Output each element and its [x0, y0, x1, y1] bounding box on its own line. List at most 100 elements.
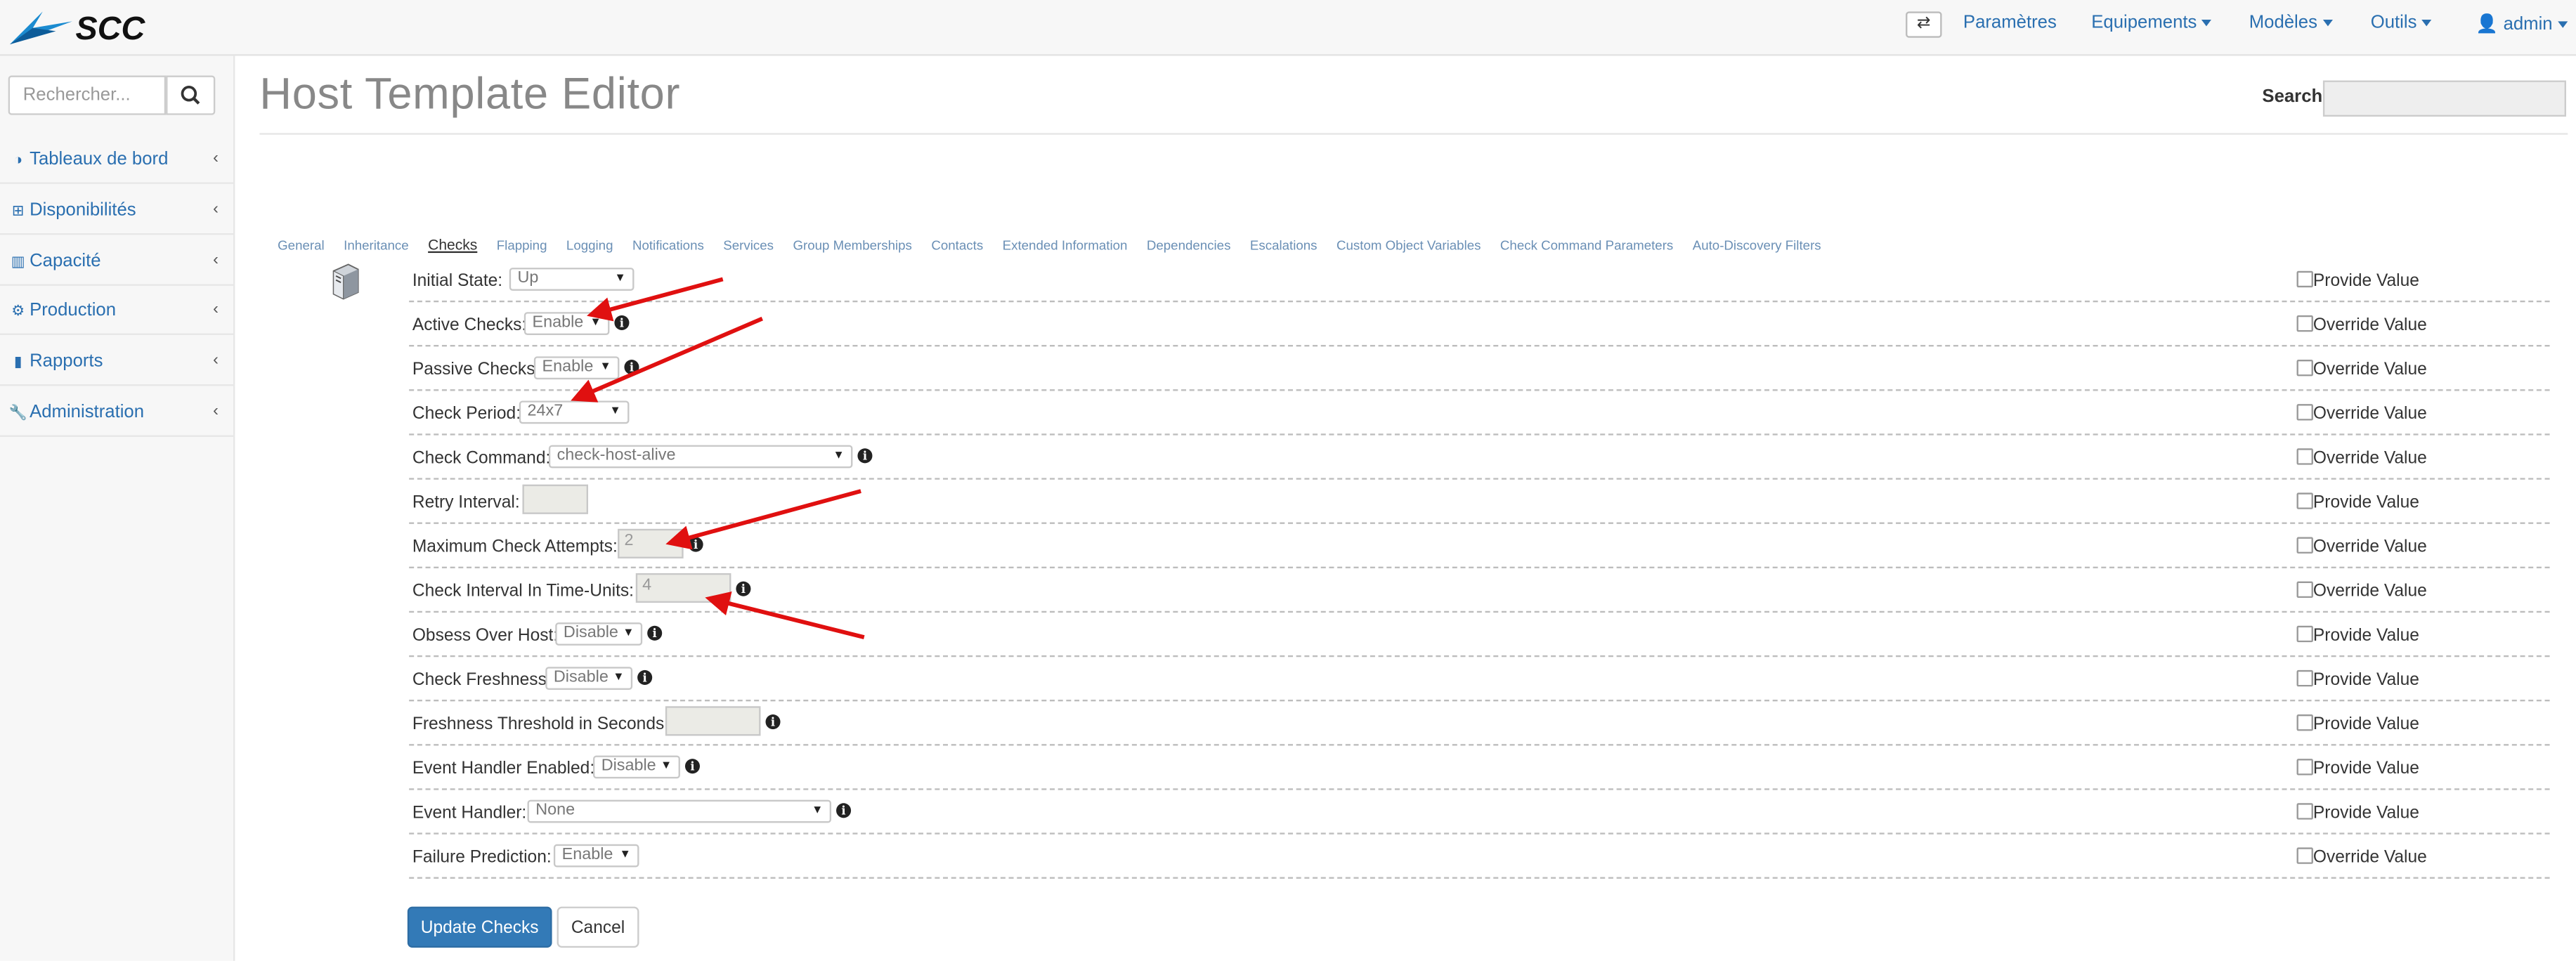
checkbox-label: Provide Value	[2312, 625, 2419, 646]
override-value-checkbox[interactable]	[2296, 537, 2313, 554]
active-checks-select[interactable]: Enable ▼	[523, 312, 610, 335]
provide-value-checkbox[interactable]	[2296, 492, 2313, 509]
passive-checks-select[interactable]: Enable ▼	[533, 356, 620, 380]
row-freshness-threshold: Freshness Threshold in Seconds: i Provid…	[409, 701, 2550, 746]
select-value: Disable	[563, 624, 618, 643]
book-icon: ▮	[13, 353, 22, 370]
tab-check-command-parameters[interactable]: Check Command Parameters	[1500, 238, 1673, 253]
failure-prediction-select[interactable]: Enable ▼	[553, 844, 639, 868]
provide-value-checkbox[interactable]	[2296, 625, 2313, 643]
tab-services[interactable]: Services	[723, 238, 774, 253]
check-interval-input[interactable]: 4	[635, 573, 731, 603]
provide-value-checkbox[interactable]	[2296, 714, 2313, 731]
sidebar-item-disponibilites[interactable]: ⊞ Disponibilités ‹	[0, 185, 233, 235]
row-check-period: Check Period: 24x7 ▼ Override Value	[409, 391, 2550, 436]
sidebar-item-label: Tableaux de bord	[30, 149, 169, 169]
tab-contacts[interactable]: Contacts	[931, 238, 983, 253]
obsess-over-host-select[interactable]: Disable ▼	[555, 622, 643, 646]
top-navbar: SCC ⇄ Paramètres Equipements Modèles Out…	[0, 0, 2576, 56]
row-check-freshness: Check Freshness: Disable ▼ i Provide Valu…	[409, 657, 2550, 702]
sidebar-item-label: Administration	[30, 402, 145, 422]
nav-parametres[interactable]: Paramètres	[1963, 13, 2057, 33]
tab-escalations[interactable]: Escalations	[1250, 238, 1318, 253]
provide-value-checkbox[interactable]	[2296, 669, 2313, 687]
tab-general[interactable]: General	[278, 238, 325, 253]
search-label: Search:	[2262, 86, 2329, 107]
caret-down-icon: ▼	[619, 849, 631, 861]
override-value-checkbox[interactable]	[2296, 847, 2313, 864]
override-value-checkbox[interactable]	[2296, 315, 2313, 332]
checkbox-label: Provide Value	[2312, 803, 2419, 823]
override-value-checkbox[interactable]	[2296, 360, 2313, 377]
sidebar-search-button[interactable]	[166, 75, 216, 115]
info-icon[interactable]: i	[836, 803, 852, 818]
nav-admin[interactable]: 👤 admin	[2476, 13, 2568, 34]
initial-state-select[interactable]: Up ▼	[509, 268, 635, 291]
tab-custom-object-variables[interactable]: Custom Object Variables	[1336, 238, 1481, 253]
tab-flapping[interactable]: Flapping	[497, 238, 547, 253]
sidebar-item-rapports[interactable]: ▮ Rapports ‹	[0, 336, 233, 386]
cancel-button[interactable]: Cancel	[557, 906, 639, 948]
svg-text:SCC: SCC	[76, 10, 146, 46]
info-icon[interactable]: i	[624, 360, 639, 375]
chevron-left-icon: ‹	[213, 402, 219, 421]
check-command-select[interactable]: check-host-alive ▼	[548, 445, 853, 469]
provide-value-checkbox[interactable]	[2296, 803, 2313, 820]
caret-down-icon: ▼	[614, 273, 626, 285]
tab-dependencies[interactable]: Dependencies	[1147, 238, 1231, 253]
field-label: Passive Checks:	[412, 360, 540, 380]
nav-modeles[interactable]: Modèles	[2249, 13, 2332, 33]
sidebar-search-input[interactable]: Rechercher...	[8, 75, 167, 115]
provide-value-checkbox[interactable]	[2296, 759, 2313, 776]
tab-checks[interactable]: Checks	[428, 237, 477, 253]
nav-equipements[interactable]: Equipements	[2091, 13, 2212, 33]
freshness-threshold-input[interactable]	[665, 706, 761, 736]
checkbox-label: Provide Value	[2312, 492, 2419, 513]
info-icon[interactable]: i	[637, 669, 653, 685]
server-icon	[332, 263, 359, 300]
caret-down-icon: ▼	[609, 405, 621, 417]
tab-notifications[interactable]: Notifications	[632, 238, 704, 253]
sidebar-item-production[interactable]: ⚙ Production ‹	[0, 286, 233, 335]
info-icon[interactable]: i	[688, 537, 703, 552]
override-value-checkbox[interactable]	[2296, 448, 2313, 465]
check-freshness-select[interactable]: Disable ▼	[545, 667, 633, 690]
tab-inheritance[interactable]: Inheritance	[344, 238, 409, 253]
tab-group-memberships[interactable]: Group Memberships	[793, 238, 911, 253]
sidebar-item-capacite[interactable]: ▥ Capacité ‹	[0, 237, 233, 286]
row-passive-checks: Passive Checks: Enable ▼ i Override Value	[409, 346, 2550, 391]
override-value-checkbox[interactable]	[2296, 404, 2313, 421]
search-input[interactable]	[2322, 80, 2566, 117]
select-value: Enable	[561, 846, 613, 864]
dashboard-icon: ◑	[13, 151, 23, 168]
info-icon[interactable]: i	[614, 315, 630, 330]
sidebar-item-administration[interactable]: 🔧 Administration ‹	[0, 388, 233, 437]
caret-down-icon: ▼	[613, 672, 625, 684]
field-label: Event Handler:	[412, 803, 527, 823]
nav-label: Outils	[2370, 13, 2417, 33]
tab-extended-information[interactable]: Extended Information	[1003, 238, 1128, 253]
scc-logo[interactable]: SCC	[6, 5, 197, 48]
event-handler-enabled-select[interactable]: Disable ▼	[593, 755, 680, 779]
info-icon[interactable]: i	[684, 759, 700, 774]
retry-interval-input[interactable]	[522, 484, 589, 514]
chevron-left-icon: ‹	[213, 351, 219, 370]
nav-outils[interactable]: Outils	[2371, 13, 2432, 33]
max-check-attempts-input[interactable]: 2	[618, 528, 684, 558]
sidebar-item-tableaux[interactable]: ◑ Tableaux de bord ‹	[0, 135, 233, 184]
check-period-select[interactable]: 24x7 ▼	[519, 400, 630, 424]
tab-logging[interactable]: Logging	[566, 238, 613, 253]
provide-value-checkbox[interactable]	[2296, 270, 2313, 288]
sidebar-item-label: Production	[30, 300, 117, 320]
event-handler-select[interactable]: None ▼	[527, 799, 832, 823]
update-checks-button[interactable]: Update Checks	[407, 906, 552, 948]
exchange-icon[interactable]: ⇄	[1906, 11, 1942, 38]
title-divider	[259, 133, 2568, 135]
info-icon[interactable]: i	[647, 625, 663, 641]
override-value-checkbox[interactable]	[2296, 581, 2313, 599]
editor-tabs: General Inheritance Checks Flapping Logg…	[278, 237, 1837, 260]
info-icon[interactable]: i	[857, 448, 873, 464]
info-icon[interactable]: i	[765, 714, 781, 730]
tab-auto-discovery-filters[interactable]: Auto-Discovery Filters	[1693, 238, 1821, 253]
info-icon[interactable]: i	[736, 581, 751, 596]
